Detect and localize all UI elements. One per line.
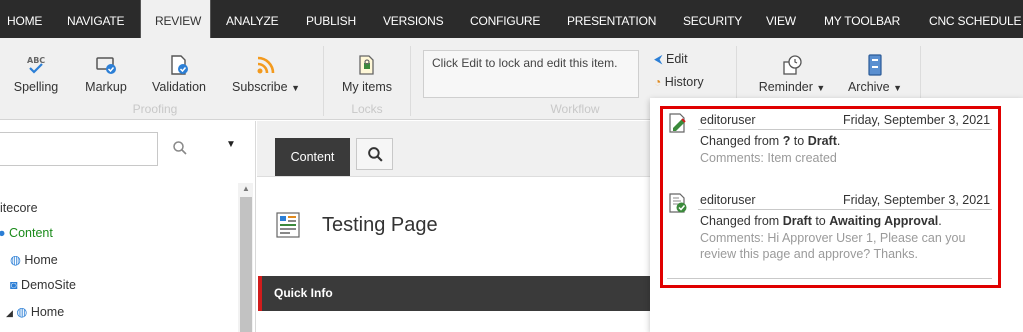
proofing-group-label: Proofing: [132, 102, 178, 116]
search-icon[interactable]: [172, 140, 188, 156]
highlight-box: [660, 106, 1001, 288]
edit-icon: ⮜: [654, 52, 663, 66]
content-icon: ●: [0, 226, 6, 240]
workflow-group-label: Workflow: [550, 102, 600, 116]
tab-navigate[interactable]: NAVIGATE: [67, 0, 125, 38]
tree-item-content[interactable]: ● Content: [0, 226, 53, 240]
archive-label: Archive: [847, 80, 890, 94]
validation-label: Validation: [152, 80, 206, 94]
spelling-icon: ABC: [27, 56, 45, 74]
content-search-button[interactable]: [356, 138, 393, 170]
tree-label: Home: [30, 305, 65, 319]
subscribe-button[interactable]: Subscribe ▼: [228, 54, 304, 114]
tab-cnc-schedule[interactable]: CNC SCHEDULE: [929, 0, 1021, 38]
ribbon-divider: [410, 46, 411, 116]
locks-group-label: Locks: [351, 102, 383, 116]
my-items-icon: [359, 55, 374, 75]
expand-icon[interactable]: ◢: [6, 308, 13, 318]
markup-label: Markup: [85, 80, 127, 94]
tab-home[interactable]: HOME: [7, 0, 42, 38]
tree-scroll-thumb[interactable]: [240, 197, 252, 332]
scroll-up-icon[interactable]: ▲: [242, 184, 250, 193]
tab-security[interactable]: SECURITY: [683, 0, 742, 38]
tab-publish[interactable]: PUBLISH: [306, 0, 356, 38]
tree-item-demosite[interactable]: ◙ DemoSite: [10, 278, 76, 292]
tab-presentation[interactable]: PRESENTATION: [567, 0, 656, 38]
ribbon-divider: [323, 46, 324, 116]
globe-icon: ◍: [16, 305, 28, 319]
spelling-label: Spelling: [13, 80, 59, 94]
edit-label: Edit: [666, 52, 688, 66]
tab-analyze[interactable]: ANALYZE: [226, 0, 279, 38]
tree-item-root[interactable]: itecore: [0, 201, 38, 215]
edit-button[interactable]: ⮜ Edit: [654, 52, 724, 70]
tree-label: Content: [9, 226, 53, 240]
tab-content[interactable]: Content: [275, 138, 350, 176]
tab-my-toolbar[interactable]: MY TOOLBAR: [824, 0, 900, 38]
page-title: Testing Page: [322, 214, 438, 236]
tab-review[interactable]: REVIEW: [140, 0, 211, 38]
reminder-label: Reminder: [758, 80, 813, 94]
globe-icon: ◍: [10, 253, 21, 267]
dropdown-icon: ▼: [893, 83, 903, 93]
tree-label: Home: [24, 253, 58, 267]
validation-icon: [171, 55, 188, 75]
tab-versions[interactable]: VERSIONS: [383, 0, 444, 38]
site-icon: ◙: [10, 278, 18, 292]
reminder-icon: [783, 55, 802, 75]
tab-configure[interactable]: CONFIGURE: [470, 0, 540, 38]
tree-item-home[interactable]: ◍ Home: [10, 252, 58, 267]
tree-search-input[interactable]: [0, 132, 158, 166]
lock-message: Click Edit to lock and edit this item.: [423, 50, 639, 98]
page-template-icon: [276, 212, 300, 238]
tree-label: DemoSite: [21, 278, 76, 292]
top-tab-bar: HOME NAVIGATE REVIEW ANALYZE PUBLISH VER…: [0, 0, 1023, 38]
subscribe-label: Subscribe: [232, 80, 288, 94]
history-label: History: [664, 75, 704, 89]
tab-view[interactable]: VIEW: [766, 0, 796, 38]
history-button[interactable]: ◔ History: [654, 75, 724, 93]
search-icon: [368, 147, 383, 162]
rss-icon: [257, 56, 275, 74]
spelling-button[interactable]: ABC Spelling: [8, 54, 64, 114]
content-tree-panel: ▼ itecore ● Content ◍ Home ◙ DemoSite ◢ …: [0, 121, 256, 332]
tree-item-demosite-home[interactable]: ◢ ◍ Home: [6, 304, 64, 319]
markup-icon: [96, 57, 116, 74]
dropdown-icon[interactable]: ▼: [226, 139, 236, 150]
svg-text:ABC: ABC: [27, 56, 45, 65]
history-icon: ◔: [654, 75, 662, 89]
my-items-label: My items: [342, 80, 392, 94]
dropdown-icon: ▼: [816, 83, 826, 93]
archive-icon: [868, 54, 882, 76]
dropdown-icon: ▼: [291, 83, 300, 93]
